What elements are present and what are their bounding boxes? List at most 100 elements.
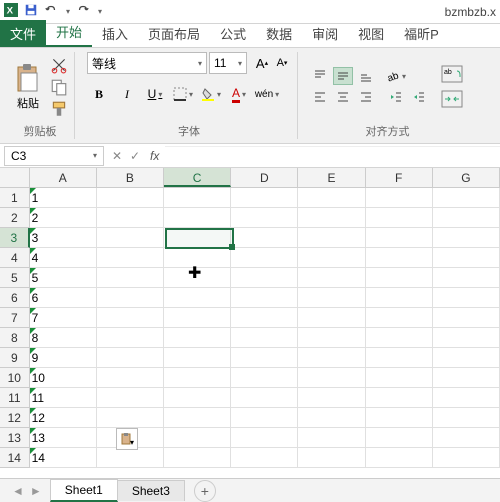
cell[interactable]	[366, 248, 433, 268]
shrink-font-icon[interactable]: A▾	[273, 54, 291, 72]
row-header[interactable]: 2	[0, 208, 30, 228]
cell[interactable]	[164, 328, 231, 348]
cell[interactable]	[366, 408, 433, 428]
col-header-g[interactable]: G	[433, 168, 500, 187]
redo-dropdown[interactable]: ▾	[98, 7, 102, 16]
cell[interactable]	[164, 288, 231, 308]
cell[interactable]	[164, 388, 231, 408]
cell[interactable]	[298, 408, 365, 428]
merge-center-icon[interactable]	[439, 88, 465, 110]
cell[interactable]	[366, 368, 433, 388]
cell[interactable]: 1	[30, 188, 97, 208]
tab-review[interactable]: 审阅	[302, 20, 348, 47]
cell[interactable]	[231, 348, 298, 368]
cell[interactable]	[433, 408, 500, 428]
cell[interactable]	[164, 408, 231, 428]
tab-view[interactable]: 视图	[348, 20, 394, 47]
align-top-icon[interactable]	[310, 67, 330, 85]
align-right-icon[interactable]	[356, 88, 376, 106]
cell[interactable]: 12	[30, 408, 97, 428]
sheet-tab-3[interactable]: Sheet3	[117, 480, 185, 501]
cell[interactable]	[97, 408, 164, 428]
tab-file[interactable]: 文件	[0, 20, 46, 47]
cell[interactable]	[366, 308, 433, 328]
cell[interactable]	[97, 248, 164, 268]
increase-indent-icon[interactable]	[409, 88, 429, 106]
cell[interactable]	[366, 268, 433, 288]
spreadsheet-grid[interactable]: A B C D E F G 11223344556677889910101111…	[0, 168, 500, 478]
cell[interactable]	[433, 348, 500, 368]
cell[interactable]	[231, 188, 298, 208]
name-box[interactable]: C3▾	[4, 146, 104, 166]
orientation-icon[interactable]: ab▾	[386, 67, 406, 85]
col-header-f[interactable]: F	[366, 168, 433, 187]
cell[interactable]	[231, 328, 298, 348]
cell[interactable]: 4	[30, 248, 97, 268]
cell[interactable]	[298, 348, 365, 368]
phonetic-button[interactable]: wén▾	[255, 84, 279, 104]
cell[interactable]	[366, 188, 433, 208]
tab-layout[interactable]: 页面布局	[138, 20, 210, 47]
cell[interactable]	[97, 348, 164, 368]
cell[interactable]	[97, 288, 164, 308]
cell[interactable]	[433, 288, 500, 308]
cell[interactable]	[366, 288, 433, 308]
row-header[interactable]: 8	[0, 328, 30, 348]
cell[interactable]	[433, 428, 500, 448]
cell[interactable]	[298, 188, 365, 208]
row-header[interactable]: 9	[0, 348, 30, 368]
cell[interactable]	[433, 268, 500, 288]
undo-dropdown[interactable]: ▾	[66, 7, 70, 16]
cancel-formula-icon[interactable]: ✕	[108, 149, 126, 163]
row-header[interactable]: 13	[0, 428, 30, 448]
cell[interactable]	[97, 188, 164, 208]
cell[interactable]	[97, 308, 164, 328]
align-bottom-icon[interactable]	[356, 67, 376, 85]
fx-icon[interactable]: fx	[150, 149, 159, 163]
cell[interactable]	[97, 368, 164, 388]
tab-foxit[interactable]: 福昕P	[394, 20, 449, 47]
paste-options-button[interactable]: ▾	[116, 428, 138, 450]
formula-bar[interactable]	[165, 146, 500, 166]
cell[interactable]	[231, 248, 298, 268]
align-left-icon[interactable]	[310, 88, 330, 106]
cell[interactable]	[433, 208, 500, 228]
border-button[interactable]: ▾	[171, 84, 195, 104]
row-header[interactable]: 7	[0, 308, 30, 328]
cell[interactable]	[298, 208, 365, 228]
cell[interactable]	[164, 248, 231, 268]
cell[interactable]	[366, 348, 433, 368]
cell[interactable]	[298, 388, 365, 408]
cell[interactable]	[97, 208, 164, 228]
cell[interactable]	[433, 328, 500, 348]
cell[interactable]	[298, 308, 365, 328]
row-header[interactable]: 1	[0, 188, 30, 208]
cell[interactable]: 11	[30, 388, 97, 408]
wrap-text-icon[interactable]: ab	[439, 63, 465, 85]
sheet-nav-next-icon[interactable]: ►	[30, 484, 42, 498]
cell[interactable]	[366, 388, 433, 408]
cell[interactable]	[231, 208, 298, 228]
cell[interactable]	[433, 448, 500, 468]
cell[interactable]	[164, 348, 231, 368]
cell[interactable]	[97, 448, 164, 468]
cell[interactable]: 2	[30, 208, 97, 228]
row-header[interactable]: 3	[0, 228, 30, 248]
cell[interactable]: 9	[30, 348, 97, 368]
cell[interactable]	[433, 248, 500, 268]
cell[interactable]	[97, 328, 164, 348]
cell[interactable]	[231, 388, 298, 408]
tab-insert[interactable]: 插入	[92, 20, 138, 47]
cell[interactable]	[433, 188, 500, 208]
format-painter-icon[interactable]	[50, 100, 68, 118]
cell[interactable]: 10	[30, 368, 97, 388]
cell[interactable]	[164, 308, 231, 328]
cell[interactable]	[366, 208, 433, 228]
row-header[interactable]: 11	[0, 388, 30, 408]
cell[interactable]	[231, 308, 298, 328]
italic-button[interactable]: I	[115, 84, 139, 104]
cell[interactable]	[231, 448, 298, 468]
save-icon[interactable]	[24, 3, 38, 20]
font-size-select[interactable]: 11▾	[209, 52, 247, 74]
row-header[interactable]: 5	[0, 268, 30, 288]
